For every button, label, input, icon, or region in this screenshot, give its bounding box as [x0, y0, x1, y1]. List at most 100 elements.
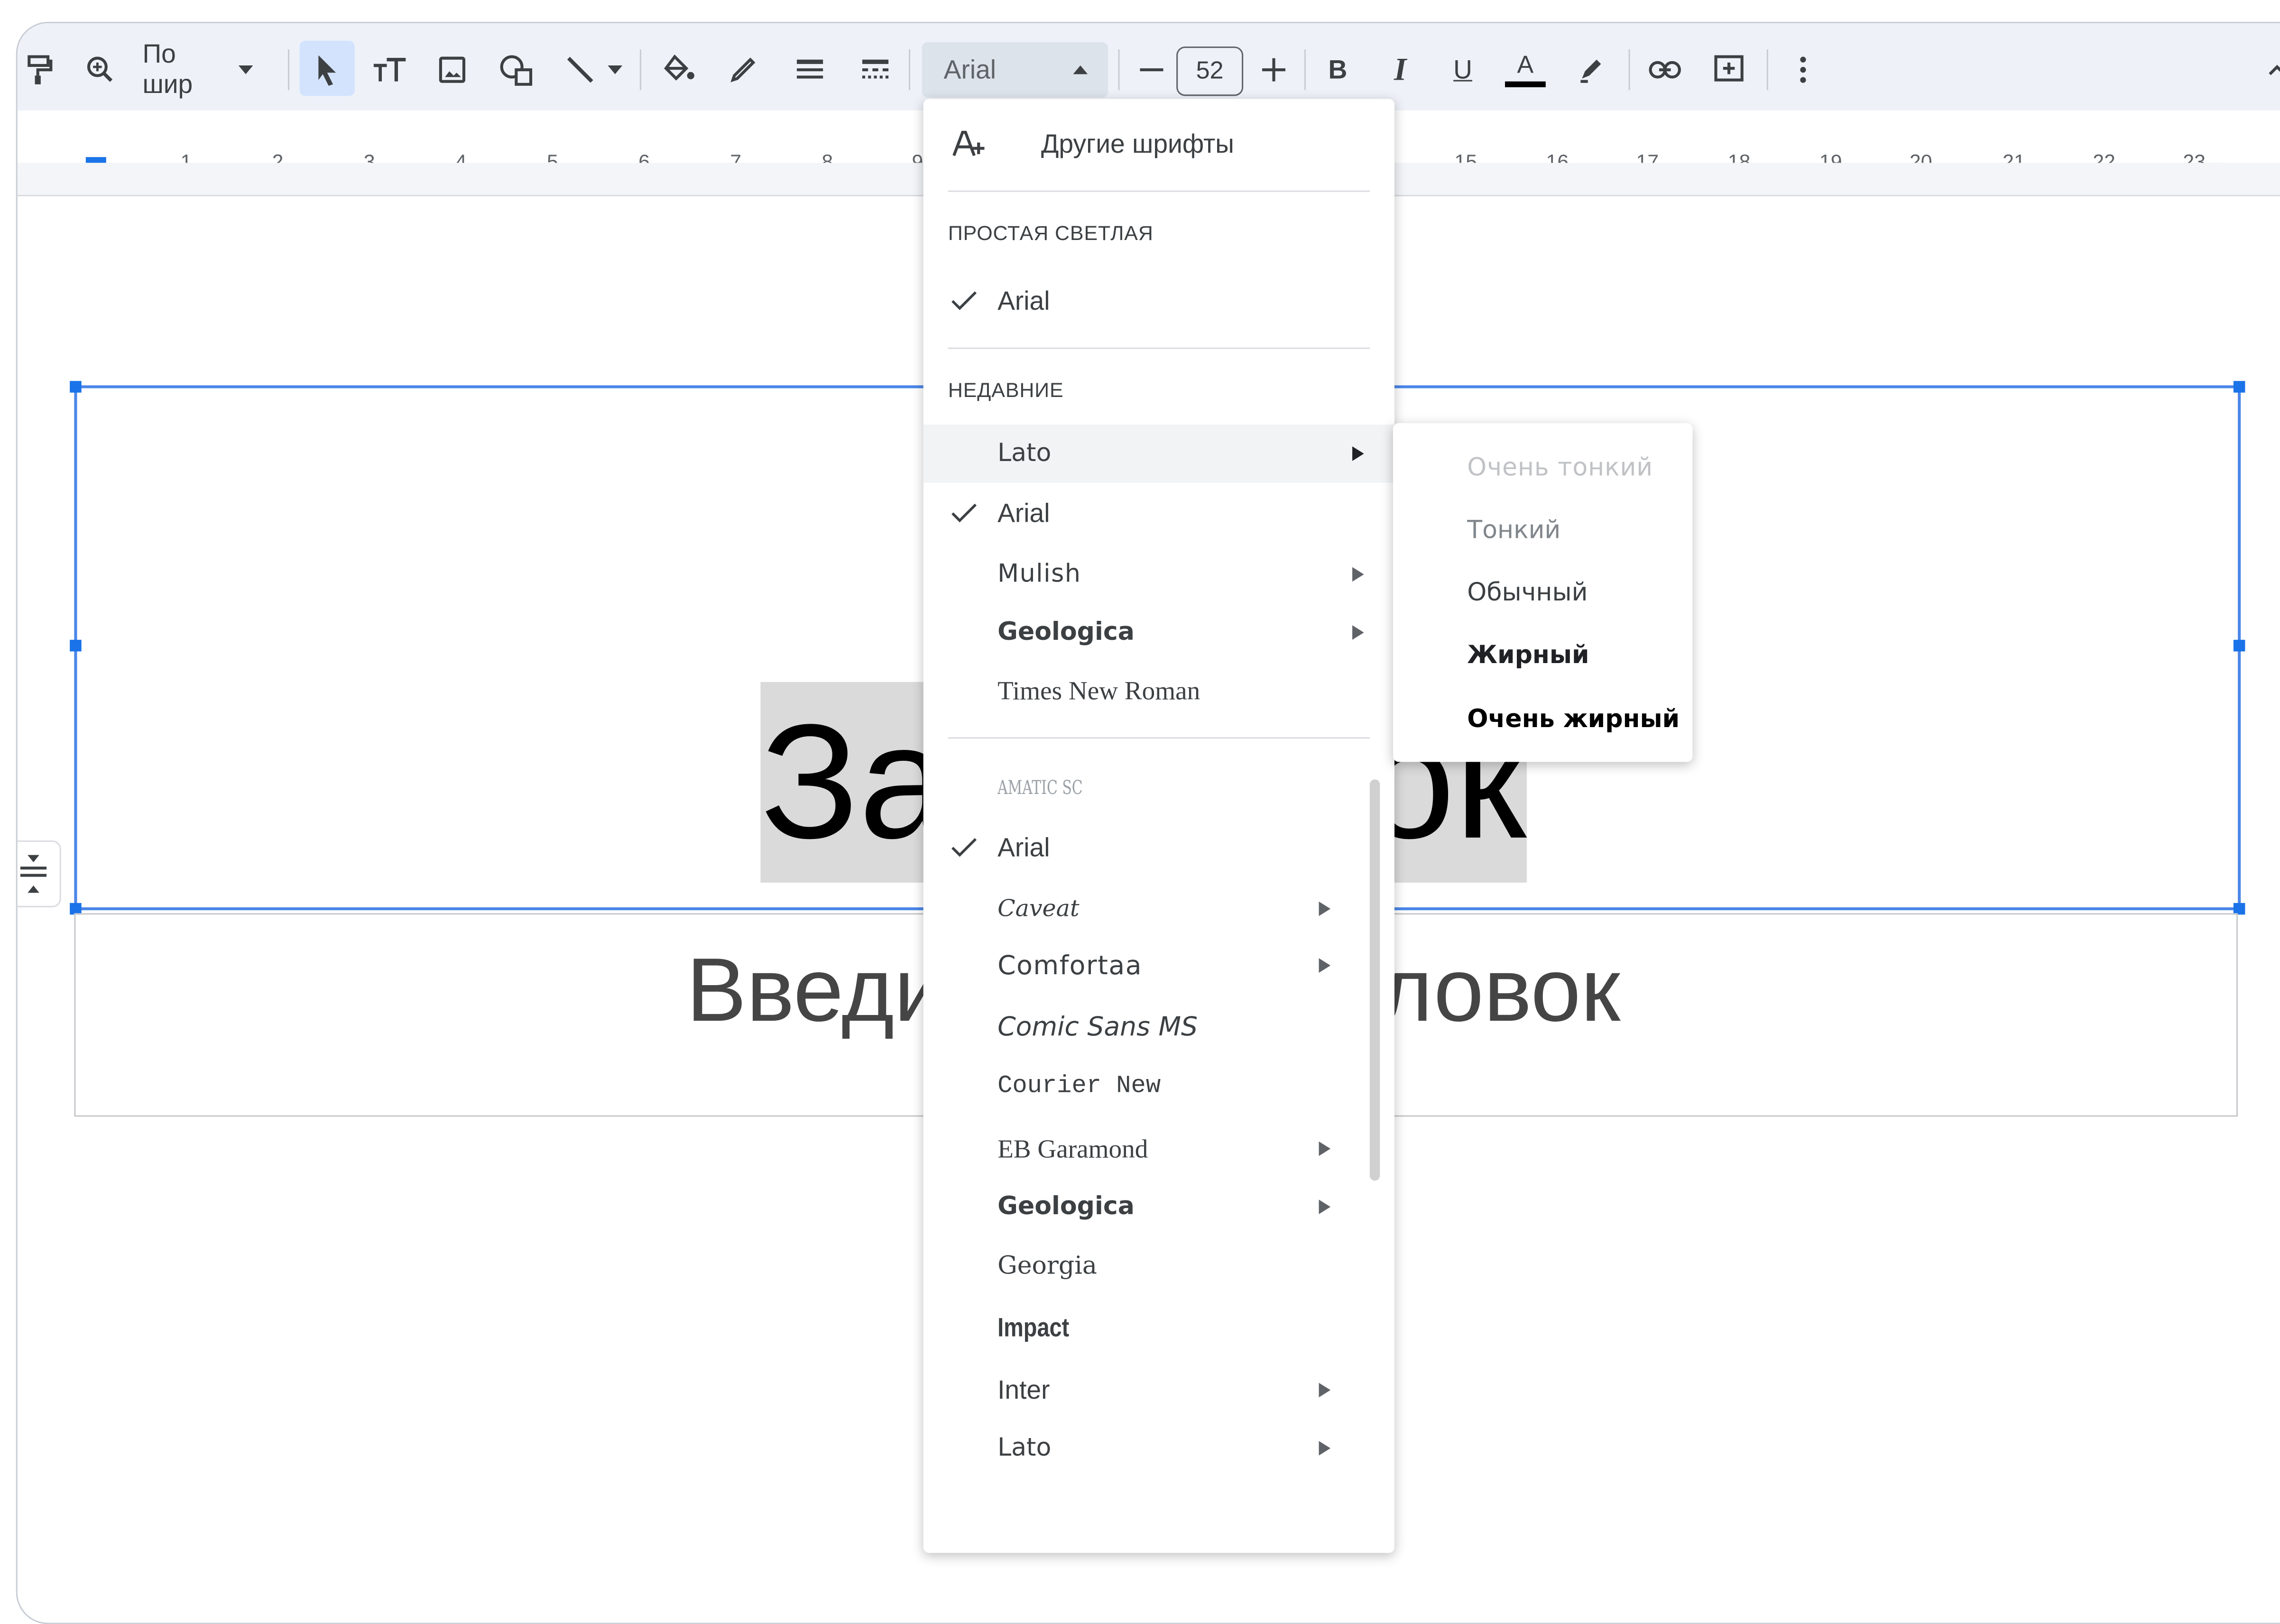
slides-window: По шир Arial 52 B I U A 1 2 3 4 5 6 7 8 … — [16, 21, 2280, 1624]
font-name: Comic Sans MS — [997, 1012, 1198, 1043]
font-name: Arial — [997, 286, 1050, 316]
menu-item-theme-arial[interactable]: Arial — [923, 273, 1394, 328]
font-name: Georgia — [997, 1252, 1097, 1281]
menu-item-geologica[interactable]: Geologica — [923, 1179, 1394, 1234]
zoom-icon[interactable] — [82, 48, 120, 92]
font-name: Geologica — [997, 618, 1135, 647]
underline-button[interactable]: U — [1445, 48, 1480, 92]
weight-extra-bold[interactable]: Очень жирный — [1467, 705, 1680, 734]
toolbar-divider — [288, 49, 290, 91]
font-name: Comfortaa — [997, 950, 1143, 982]
checkmark-icon — [951, 503, 977, 523]
menu-item-more-fonts[interactable]: Другие шрифты — [923, 116, 1394, 171]
toolbar-divider — [639, 49, 641, 91]
chevron-down-icon — [238, 65, 253, 74]
menu-scrollbar[interactable] — [1369, 779, 1380, 1181]
font-name: Mulish — [997, 560, 1081, 589]
font-size-input[interactable]: 52 — [1176, 46, 1244, 96]
menu-item-impact[interactable]: Impact — [923, 1300, 1394, 1355]
border-color-icon[interactable] — [726, 48, 761, 92]
zoom-fit-dropdown[interactable]: По шир — [142, 39, 253, 99]
line-icon[interactable] — [561, 48, 599, 92]
font-name: Courier New — [997, 1073, 1161, 1101]
font-weight-submenu: Очень тонкий Тонкий Обычный Жирный Очень… — [1393, 423, 1693, 762]
bold-button[interactable]: B — [1320, 48, 1356, 92]
expand-notes-icon — [20, 855, 47, 893]
menu-item-recent-mulish[interactable]: Mulish — [923, 547, 1394, 602]
weight-light[interactable]: Тонкий — [1467, 516, 1560, 545]
font-name: Caveat — [997, 894, 1080, 922]
font-name: Times New Roman — [997, 676, 1200, 705]
menu-item-georgia[interactable]: Georgia — [923, 1239, 1394, 1294]
fill-color-icon[interactable] — [660, 48, 698, 92]
resize-handle[interactable] — [70, 639, 82, 652]
resize-handle[interactable] — [2233, 639, 2245, 652]
resize-handle[interactable] — [70, 381, 82, 393]
menu-item-amatic-sc[interactable]: AMATIC SC — [923, 760, 1394, 815]
submenu-arrow-icon — [1319, 1200, 1331, 1214]
chevron-up-icon — [1073, 65, 1088, 74]
image-icon[interactable] — [435, 48, 470, 92]
collapse-toolbar-icon[interactable] — [2265, 48, 2280, 92]
text-box-icon[interactable] — [369, 48, 410, 92]
menu-item-courier-new[interactable]: Courier New — [923, 1060, 1394, 1115]
decrease-font-size-button[interactable] — [1134, 48, 1169, 92]
more-fonts-label: Другие шрифты — [1041, 129, 1234, 159]
cursor-arrow-icon[interactable] — [308, 48, 346, 92]
text-color-letter: A — [1517, 51, 1534, 79]
menu-divider — [948, 347, 1370, 349]
weight-regular[interactable]: Обычный — [1467, 579, 1588, 608]
text-color-swatch — [1505, 81, 1546, 87]
menu-item-comic-sans[interactable]: Comic Sans MS — [923, 999, 1394, 1054]
italic-button[interactable]: I — [1383, 48, 1418, 92]
font-name: Arial — [997, 833, 1050, 862]
speaker-notes-toggle[interactable] — [17, 840, 61, 907]
add-comment-icon[interactable] — [1710, 48, 1748, 92]
submenu-arrow-icon — [1352, 446, 1364, 461]
menu-divider — [948, 190, 1370, 192]
menu-divider — [948, 737, 1370, 739]
border-dash-icon[interactable] — [857, 48, 895, 92]
menu-item-inter[interactable]: Inter — [923, 1363, 1394, 1418]
link-icon[interactable] — [1646, 48, 1684, 92]
checkmark-icon — [951, 291, 977, 310]
menu-item-arial[interactable]: Arial — [923, 820, 1394, 875]
shape-icon[interactable] — [497, 48, 535, 92]
menu-item-eb-garamond[interactable]: EB Garamond — [923, 1121, 1394, 1176]
font-name: Inter — [997, 1375, 1050, 1405]
menu-item-caveat[interactable]: Caveat — [923, 881, 1394, 936]
paint-format-icon[interactable] — [20, 48, 58, 92]
font-name: Lato — [997, 1433, 1052, 1463]
menu-item-recent-arial[interactable]: Arial — [923, 486, 1394, 541]
submenu-arrow-icon — [1319, 901, 1331, 916]
menu-item-comfortaa[interactable]: Comfortaa — [923, 938, 1394, 993]
menu-item-recent-geologica[interactable]: Geologica — [923, 605, 1394, 660]
font-name: EB Garamond — [997, 1134, 1148, 1163]
toolbar: По шир Arial 52 B I U A — [17, 23, 2280, 111]
font-name: Arial — [997, 498, 1050, 528]
font-family-value: Arial — [943, 55, 997, 84]
toolbar-divider — [1304, 49, 1306, 91]
resize-handle[interactable] — [2233, 381, 2245, 393]
weight-extra-light[interactable]: Очень тонкий — [1467, 453, 1653, 482]
submenu-arrow-icon — [1352, 625, 1364, 640]
menu-item-recent-lato[interactable]: Lato — [923, 424, 1395, 483]
font-family-dropdown[interactable]: Arial — [922, 42, 1108, 98]
submenu-arrow-icon — [1319, 1441, 1331, 1456]
weight-bold[interactable]: Жирный — [1467, 641, 1589, 670]
line-chevron-down-icon[interactable] — [605, 48, 625, 92]
font-name: Geologica — [997, 1192, 1135, 1222]
highlight-icon[interactable] — [1573, 48, 1608, 92]
more-options-icon[interactable] — [1789, 48, 1818, 92]
submenu-arrow-icon — [1319, 1141, 1331, 1156]
toolbar-divider — [909, 49, 911, 91]
menu-item-recent-times[interactable]: Times New Roman — [923, 663, 1394, 718]
text-color-button[interactable]: A — [1504, 48, 1547, 92]
zoom-fit-label: По шир — [142, 39, 193, 99]
submenu-arrow-icon — [1319, 958, 1331, 973]
border-weight-icon[interactable] — [791, 48, 829, 92]
toolbar-divider — [1766, 49, 1768, 91]
increase-font-size-button[interactable] — [1256, 48, 1292, 92]
menu-item-lato[interactable]: Lato — [923, 1421, 1394, 1476]
section-header-theme: ПРОСТАЯ СВЕТЛАЯ — [948, 221, 1154, 245]
